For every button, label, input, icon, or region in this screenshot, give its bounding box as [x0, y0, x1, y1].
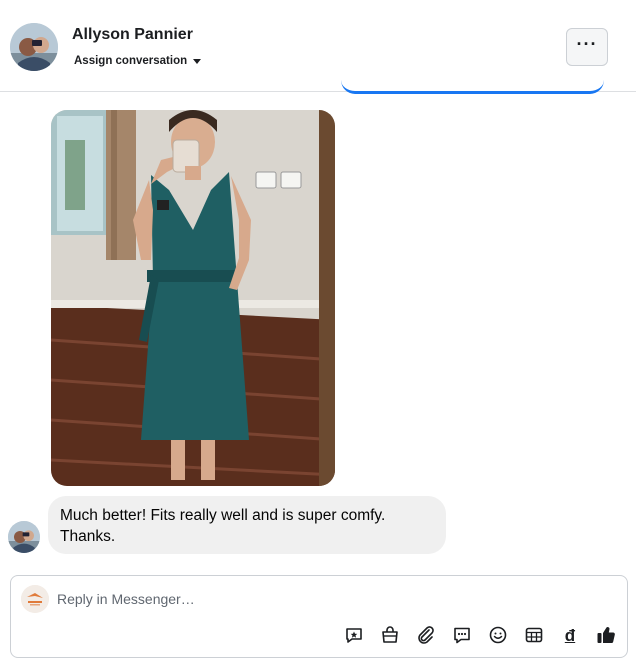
attach-file-button[interactable]: [415, 624, 437, 646]
reply-input[interactable]: [57, 588, 477, 610]
saved-replies-button[interactable]: [451, 624, 473, 646]
appointment-button[interactable]: [523, 624, 545, 646]
message-bubble[interactable]: Much better! Fits really well and is sup…: [48, 496, 446, 554]
more-icon: ···: [576, 34, 598, 54]
saved-reply-icon: [454, 627, 470, 644]
assign-conversation-label: Assign conversation: [74, 55, 188, 67]
reply-composer: đ: [10, 575, 628, 658]
previous-message-bubble-edge: [341, 80, 604, 94]
page-logo-avatar: [21, 585, 49, 613]
emoji-icon: [489, 626, 507, 644]
message-text-line-1: Much better! Fits really well and is sup…: [60, 507, 386, 524]
shopping-bag-icon: [382, 626, 398, 643]
contact-avatar[interactable]: [10, 23, 58, 71]
like-button[interactable]: [595, 624, 617, 646]
paperclip-icon: [418, 626, 434, 644]
message-text-line-2: Thanks.: [60, 528, 116, 545]
sender-avatar[interactable]: [8, 521, 40, 553]
caret-down-icon: [193, 59, 202, 64]
assign-conversation-dropdown[interactable]: Assign conversation: [74, 55, 202, 67]
contact-name[interactable]: Allyson Pannier: [72, 26, 193, 44]
star-chat-icon: [346, 628, 362, 643]
composer-toolbar: đ: [343, 623, 617, 647]
shopping-bag-button[interactable]: [379, 624, 401, 646]
currency-icon: đ: [564, 625, 576, 645]
calendar-icon: [525, 627, 543, 643]
star-chat-button[interactable]: [343, 624, 365, 646]
emoji-button[interactable]: [487, 624, 509, 646]
more-options-button[interactable]: ···: [566, 28, 608, 66]
like-icon: [597, 627, 615, 643]
conversation-header: Allyson Pannier Assign conversation ···: [0, 0, 636, 92]
payment-button[interactable]: đ: [559, 624, 581, 646]
photo-attachment[interactable]: [51, 110, 335, 486]
